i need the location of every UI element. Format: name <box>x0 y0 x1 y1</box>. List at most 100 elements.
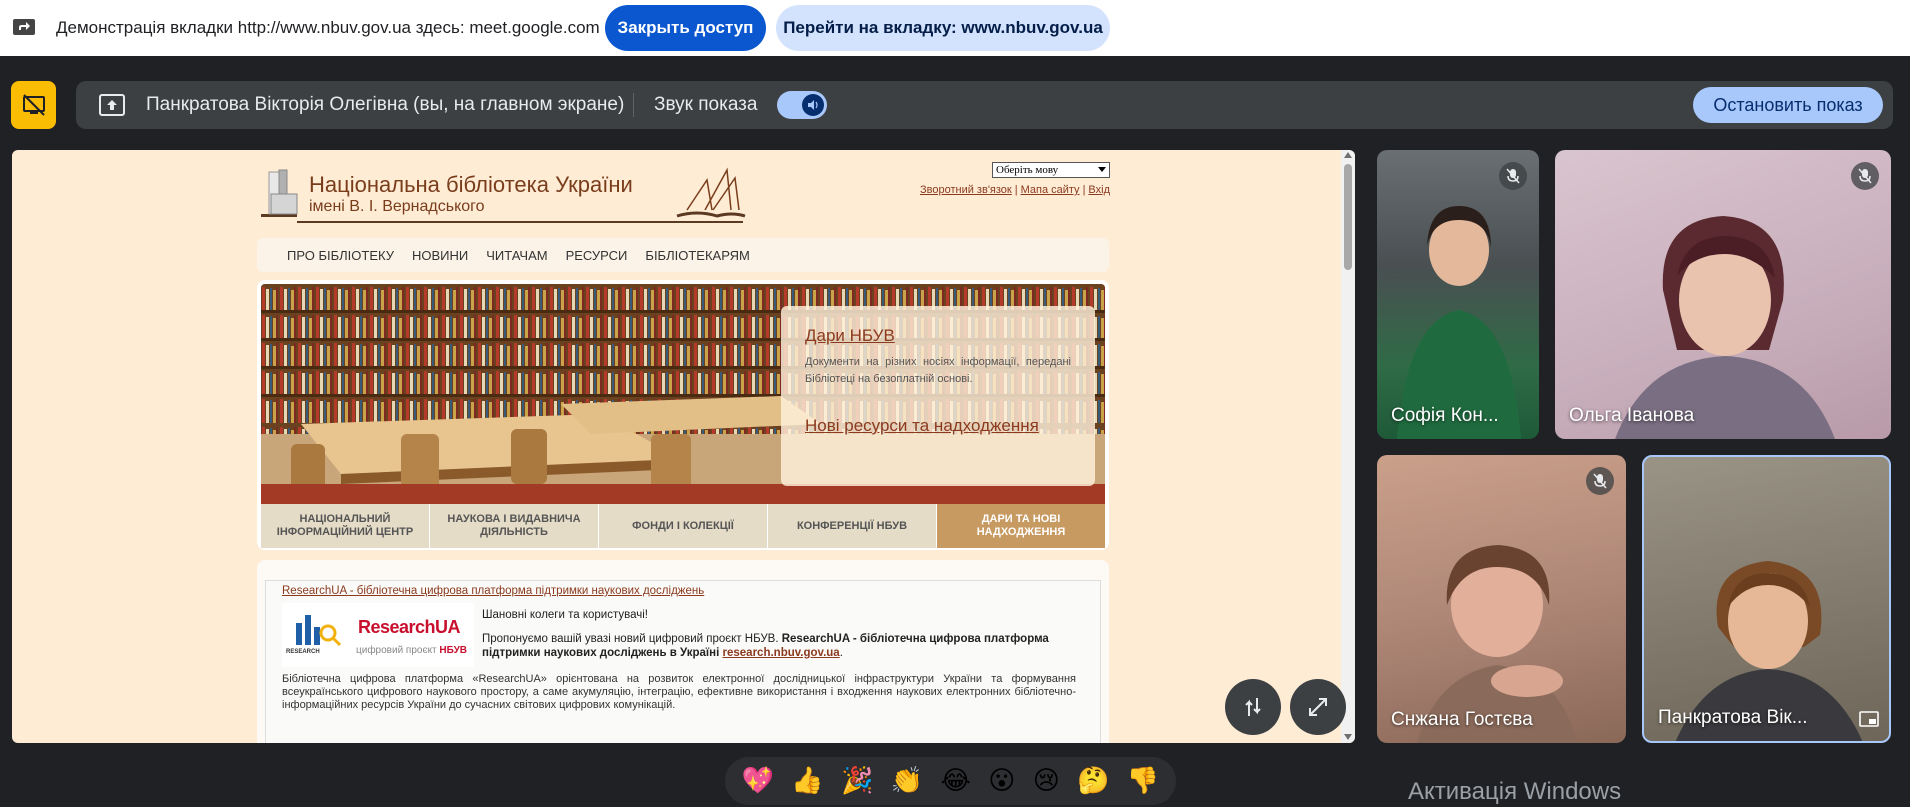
presenting-bar: Панкратова Вікторія Олегівна (вы, на гла… <box>76 81 1893 129</box>
participant-video <box>1615 216 1835 439</box>
researchua-project: цифровий проєкт НБУВ <box>356 645 467 656</box>
project-text: цифровий проєкт <box>356 645 437 656</box>
tab-line: ІНФОРМАЦІЙНИЙ ЦЕНТР <box>276 526 414 538</box>
tab-line: ДАРИ ТА НОВІ <box>981 513 1061 525</box>
windows-activation-watermark: Активація Windows <box>1408 778 1622 805</box>
participant-name: Панкратова Вік... <box>1658 707 1808 728</box>
mic-off-icon <box>1851 162 1879 190</box>
language-select[interactable]: Оберіть мову <box>992 162 1110 178</box>
nav-about[interactable]: ПРО БІБЛІОТЕКУ <box>287 248 394 263</box>
nav-resources[interactable]: РЕСУРСИ <box>566 248 628 263</box>
researchua-small-text: RESEARCH <box>286 649 320 655</box>
reaction-joy[interactable]: 😂 <box>941 766 971 796</box>
sound-toggle[interactable] <box>777 91 827 119</box>
tab-line: НАДХОДЖЕННЯ <box>976 526 1066 538</box>
tab-collections[interactable]: ФОНДИ І КОЛЕКЦІЇ <box>599 504 768 548</box>
participant-video <box>1397 206 1521 439</box>
scroll-up-icon[interactable] <box>1344 152 1352 158</box>
chevron-down-icon <box>1098 167 1106 172</box>
scroll-down-icon[interactable] <box>1344 734 1352 740</box>
mic-off-icon <box>1586 467 1614 495</box>
researchua-logo[interactable]: RESEARCH ResearchUA цифровий проєкт НБУВ <box>282 603 474 667</box>
tab-line: НАЦІОНАЛЬНИЙ <box>299 513 391 525</box>
gifts-description: Документи на різних носіях інформації, п… <box>805 356 1071 385</box>
reactions-bar: 💖 👍 🎉 👏 😂 😮 😢 🤔 👎 <box>725 757 1176 805</box>
top-links: Зворотний зв'язок | Мапа сайту | Вхід <box>920 184 1110 196</box>
participant-name: Софія Кон... <box>1391 405 1499 426</box>
reaction-surprised[interactable]: 😮 <box>988 766 1015 796</box>
reaction-crying[interactable]: 😢 <box>1033 766 1060 796</box>
feedback-link[interactable]: Зворотний зв'язок <box>920 184 1012 196</box>
participant-tile-1[interactable]: Софія Кон... <box>1377 150 1539 439</box>
tab-line: КОНФЕРЕНЦІЇ НБУВ <box>796 519 908 532</box>
swap-layout-button[interactable] <box>1225 679 1281 735</box>
participant-tile-self[interactable]: Панкратова Вік... <box>1642 455 1891 743</box>
participant-tile-3[interactable]: Снжана Гостєва <box>1377 455 1626 743</box>
reaction-thinking[interactable]: 🤔 <box>1077 766 1109 796</box>
scrollbar[interactable] <box>1341 150 1355 743</box>
expand-icon <box>1309 698 1327 716</box>
participant-video <box>1417 545 1577 743</box>
hero-tabs: НАЦІОНАЛЬНИЙ ІНФОРМАЦІЙНИЙ ЦЕНТР НАУКОВА … <box>261 504 1105 548</box>
tab-info-center[interactable]: НАЦІОНАЛЬНИЙ ІНФОРМАЦІЙНИЙ ЦЕНТР <box>261 504 430 548</box>
stop-presenting-icon-button[interactable] <box>11 81 56 129</box>
reaction-thumbs-up[interactable]: 👍 <box>791 766 823 796</box>
sitemap-link[interactable]: Мапа сайту <box>1021 184 1080 196</box>
language-select-value: Оберіть мову <box>996 164 1059 176</box>
nav-librarians[interactable]: БІБЛІОТЕКАРЯМ <box>645 248 749 263</box>
tab-share-bar: Демонстрація вкладки http://www.nbuv.gov… <box>0 0 1910 56</box>
main-nav: ПРО БІБЛІОТЕКУ НОВИНИ ЧИТАЧАМ РЕСУРСИ БІ… <box>257 238 1109 272</box>
reaction-sparkling-heart[interactable]: 💖 <box>742 766 774 796</box>
researchua-name: ResearchUA <box>358 617 461 637</box>
participant-name: Снжана Гостєва <box>1391 709 1533 730</box>
gifts-link[interactable]: Дари НБУВ <box>805 326 1071 346</box>
mic-off-icon <box>1499 162 1527 190</box>
tab-science-publishing[interactable]: НАУКОВА І ВИДАВНИЧА ДІЯЛЬНІСТЬ <box>430 504 599 548</box>
site-title: Національна бібліотека України <box>309 172 633 197</box>
news-paragraph-2: Бібліотечна цифрова платформа «ResearchU… <box>282 673 1076 711</box>
news-article: ResearchUA - бібліотечна цифрова платфор… <box>265 580 1101 743</box>
share-info-text: Демонстрація вкладки http://www.nbuv.gov… <box>56 18 600 37</box>
volume-icon <box>802 94 824 116</box>
sound-label: Звук показа <box>654 94 758 115</box>
news-greeting: Шановні колеги та користувачі! <box>482 609 648 621</box>
news-title-link[interactable]: ResearchUA - бібліотечна цифрова платфор… <box>282 585 704 597</box>
reaction-thumbs-down[interactable]: 👎 <box>1127 766 1159 796</box>
shared-screen: Оберіть мову Зворотний зв'язок | Мапа сайт… <box>12 150 1355 743</box>
nbuv-text: НБУВ <box>439 645 468 656</box>
tab-line: НАУКОВА І ВИДАВНИЧА <box>447 513 581 525</box>
stop-access-button[interactable]: Закрыть доступ <box>605 5 766 51</box>
tab-line: ДІЯЛЬНІСТЬ <box>480 526 548 538</box>
nav-news[interactable]: НОВИНИ <box>412 248 468 263</box>
reaction-clap[interactable]: 👏 <box>891 766 923 796</box>
tab-gifts-new[interactable]: ДАРИ ТА НОВІ НАДХОДЖЕННЯ <box>937 504 1105 548</box>
hero-overlay: Дари НБУВ Документи на різних носіях інф… <box>781 306 1095 486</box>
picture-in-picture-icon[interactable] <box>1859 711 1879 727</box>
presentation-off-icon <box>22 94 45 116</box>
new-resources-link[interactable]: Нові ресурси та надходження <box>805 416 1071 436</box>
tab-conferences[interactable]: КОНФЕРЕНЦІЇ НБУВ <box>768 504 937 548</box>
participant-tile-2[interactable]: Ольга Іванова <box>1555 150 1891 439</box>
news-paragraph-1: Пропонуємо вашій увазі новий цифровий пр… <box>482 633 1049 659</box>
scroll-thumb[interactable] <box>1344 164 1352 270</box>
swap-arrows-icon <box>1245 698 1261 716</box>
present-screen-icon <box>99 94 125 116</box>
fullscreen-button[interactable] <box>1290 679 1346 735</box>
nbuv-website: Оберіть мову Зворотний зв'язок | Мапа сайт… <box>257 150 1110 743</box>
hero-banner: Дари НБУВ Документи на різних носіях інф… <box>257 280 1109 550</box>
stop-presentation-button[interactable]: Остановить показ <box>1693 87 1883 123</box>
nav-readers[interactable]: ЧИТАЧАМ <box>486 248 547 263</box>
news-block: ResearchUA - бібліотечна цифрова платфор… <box>257 560 1109 743</box>
p1-start: Пропонуємо вашій увазі новий цифровий пр… <box>482 633 779 645</box>
participant-video <box>1675 561 1863 741</box>
site-logo[interactable]: Національна бібліотека України імені В. … <box>257 164 757 226</box>
login-link[interactable]: Вхід <box>1088 184 1110 196</box>
share-screen-icon <box>13 19 35 35</box>
presenter-name: Панкратова Вікторія Олегівна (вы, на гла… <box>146 94 625 115</box>
library-reading-room-photo: Дари НБУВ Документи на різних носіях інф… <box>261 284 1105 504</box>
research-link[interactable]: research.nbuv.gov.ua <box>723 647 840 659</box>
reaction-party[interactable]: 🎉 <box>841 766 873 796</box>
divider <box>633 93 634 117</box>
site-subtitle: імені В. І. Вернадського <box>309 198 485 215</box>
go-to-tab-button[interactable]: Перейти на вкладку: www.nbuv.gov.ua <box>776 5 1110 51</box>
